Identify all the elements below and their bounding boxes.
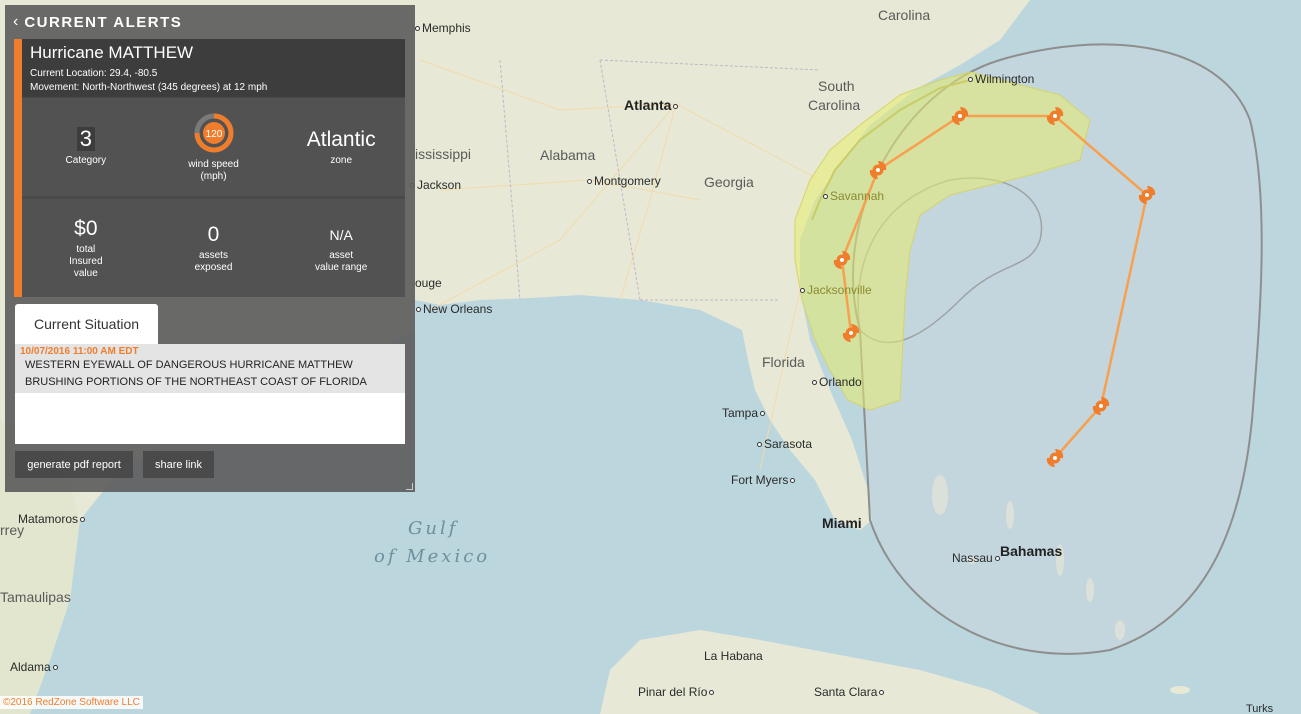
map-label-atlanta: Atlanta: [624, 97, 680, 113]
storm-summary: Hurricane MATTHEW Current Location: 29.4…: [22, 39, 405, 97]
situation-line-1: WESTERN EYEWALL OF DANGEROUS HURRICANE M…: [25, 359, 353, 371]
map-label-nassau: Nassau: [952, 551, 1002, 565]
map-label-montgomery: Montgomery: [587, 174, 661, 188]
map-label-la-habana: La Habana: [704, 649, 763, 663]
stat-zone: Atlantic zone: [277, 98, 405, 196]
asset-value-range-value: N/A: [329, 226, 353, 243]
map-label-new-orleans: New Orleans: [416, 302, 492, 316]
map-label-south-carolina-2: Carolina: [808, 97, 861, 113]
map-label-bahamas: Bahamas: [1000, 543, 1063, 559]
storm-movement: Movement: North-Northwest (345 degrees) …: [30, 82, 268, 93]
stat-insured-value: $0 total Insured value: [22, 199, 150, 297]
insured-value-label: total Insured value: [69, 243, 103, 279]
wind-speed-label: wind speed (mph): [188, 158, 239, 182]
map-label-wilmington: Wilmington: [968, 72, 1034, 86]
copyright-notice: ©2016 RedZone Software LLC: [0, 696, 143, 709]
zone-label: zone: [330, 154, 353, 166]
map-label-matamoros: Matamoros: [18, 512, 87, 526]
map-label-alabama: Alabama: [540, 147, 596, 163]
situation-entry: 10/07/2016 11:00 AM EDT WESTERN EYEWALL …: [15, 344, 405, 393]
alerts-panel: ‹ CURRENT ALERTS Hurricane MATTHEW Curre…: [5, 5, 415, 492]
insured-value: $0: [74, 216, 98, 240]
category-label: Category: [65, 155, 107, 166]
stats-row-storm: 3 Category 120 wind speed (mph) Atlantic…: [22, 98, 405, 196]
share-link-button[interactable]: share link: [143, 451, 214, 478]
map-label-tamaulipas: Tamaulipas: [0, 589, 71, 605]
stat-assets-exposed: 0 assets exposed: [150, 199, 278, 297]
map-label-carolina: Carolina: [878, 7, 931, 23]
storm-location: Current Location: 29.4, -80.5: [30, 68, 158, 79]
map-label-memphis: Memphis: [415, 21, 471, 35]
map-label-pinar-del-rio: Pinar del Río: [638, 685, 716, 699]
storm-name: Hurricane MATTHEW: [30, 43, 194, 62]
chevron-left-icon[interactable]: ‹: [13, 13, 18, 31]
tab-current-situation[interactable]: Current Situation: [15, 304, 158, 344]
stat-category: 3 Category: [22, 98, 150, 196]
map-label-orlando: Orlando: [812, 375, 862, 389]
resize-handle[interactable]: [406, 483, 413, 490]
map-label-santa-clara: Santa Clara: [814, 685, 886, 699]
map-label-rouge: ouge: [415, 276, 442, 290]
map-label-savannah: Savannah: [823, 189, 884, 203]
map-label-gulf: Gulf: [408, 518, 459, 539]
map-label-mississippi: ississippi: [415, 146, 472, 162]
map-label-sarasota: Sarasota: [757, 437, 812, 451]
assets-exposed-value: 0: [207, 222, 220, 246]
storm-card[interactable]: Hurricane MATTHEW Current Location: 29.4…: [14, 39, 405, 297]
wind-gauge-icon: 120: [194, 113, 233, 152]
situation-body: 10/07/2016 11:00 AM EDT WESTERN EYEWALL …: [15, 344, 405, 444]
category-value: 3: [76, 127, 95, 151]
stat-wind-speed: 120 wind speed (mph): [150, 98, 278, 196]
map-label-rrey: rrey: [0, 522, 25, 538]
stats-row-exposure: $0 total Insured value 0 assets exposed …: [22, 199, 405, 297]
map-label-florida: Florida: [762, 354, 805, 370]
assets-exposed-label: assets exposed: [194, 249, 233, 273]
map-label-tampa: Tampa: [722, 406, 767, 420]
map-label-miami: Miami: [822, 515, 862, 531]
map-label-jackson: Jackson: [410, 178, 461, 192]
map-label-turks: Turks: [1246, 703, 1274, 714]
map-label-fort-myers: Fort Myers: [731, 473, 797, 487]
panel-header: ‹ CURRENT ALERTS: [5, 5, 415, 39]
asset-value-range-label: asset value range: [315, 249, 368, 273]
map-label-south-carolina-1: South: [818, 78, 855, 94]
situation-timestamp: 10/07/2016 11:00 AM EDT: [20, 346, 139, 357]
stat-asset-value-range: N/A asset value range: [277, 199, 405, 297]
map-label-of-mexico: of Mexico: [374, 546, 491, 567]
situation-line-2: BRUSHING PORTIONS OF THE NORTHEAST COAST…: [25, 376, 367, 388]
map-label-jacksonville: Jacksonville: [800, 283, 872, 297]
panel-title: CURRENT ALERTS: [24, 13, 183, 31]
map-label-aldama: Aldama: [10, 660, 60, 674]
map-label-georgia: Georgia: [704, 174, 754, 190]
generate-pdf-button[interactable]: generate pdf report: [15, 451, 133, 478]
wind-speed-value: 120: [205, 129, 222, 140]
zone-value: Atlantic: [306, 127, 376, 151]
